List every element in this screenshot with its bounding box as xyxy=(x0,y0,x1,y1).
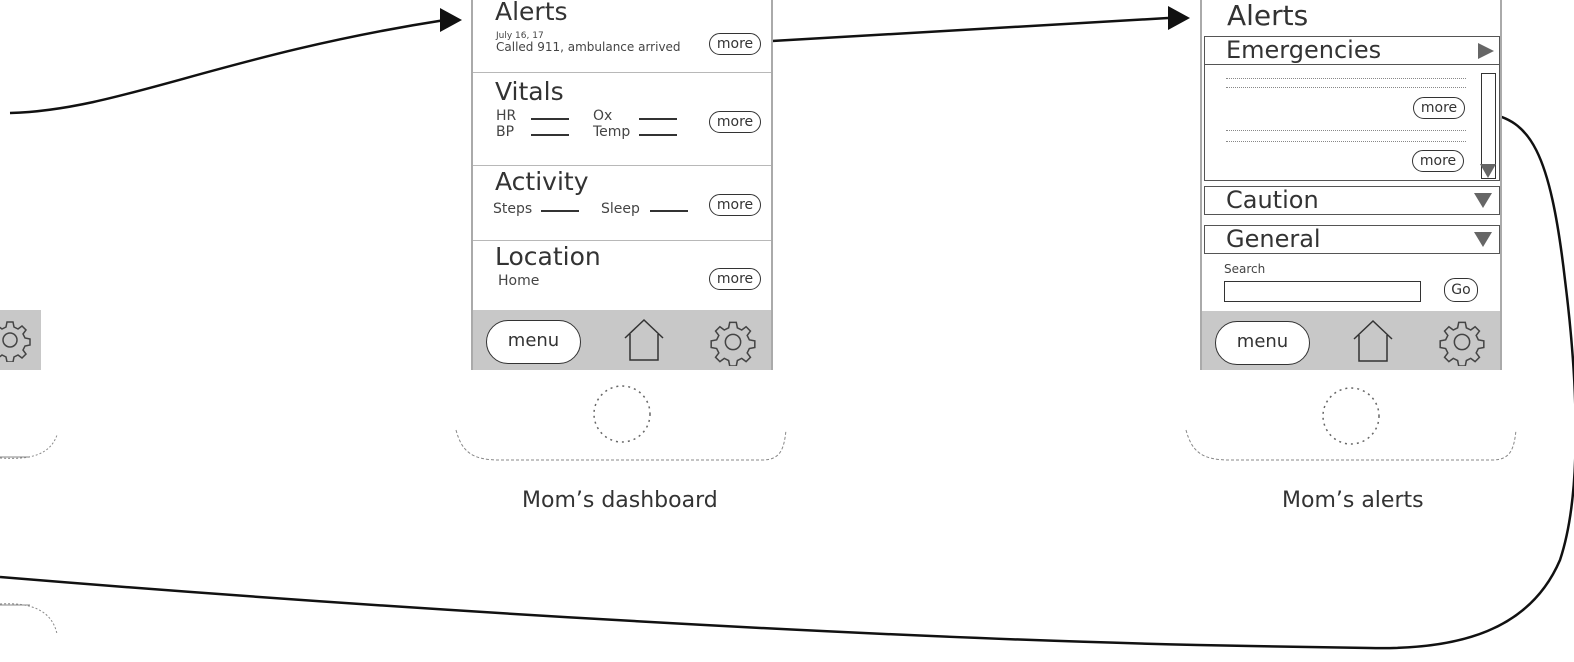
emergencies-header[interactable]: Emergencies xyxy=(1205,37,1499,65)
alert-text: Called 911, ambulance arrived xyxy=(496,40,681,54)
gear-icon[interactable] xyxy=(709,318,757,366)
vitals-bp-value xyxy=(531,134,569,136)
alerts-navbar: menu xyxy=(1202,311,1500,370)
dashboard-navbar: menu xyxy=(473,310,771,370)
home-icon[interactable] xyxy=(621,316,667,364)
emergencies-title: Emergencies xyxy=(1226,36,1382,64)
left-partial-navbar xyxy=(0,310,41,370)
alerts-more-button[interactable]: more xyxy=(709,33,761,55)
vitals-hr-value xyxy=(531,118,569,120)
dashboard-caption: Mom’s dashboard xyxy=(522,488,718,513)
emergency-item-text xyxy=(1226,78,1466,79)
vitals-temp-label: Temp xyxy=(593,124,631,140)
connector-dashboard-to-alerts xyxy=(771,16,1169,43)
emergency-item-text xyxy=(1226,141,1466,142)
activity-steps-value xyxy=(541,210,579,212)
emergencies-accordion: Emergencies more more xyxy=(1204,36,1500,181)
menu-button[interactable]: menu xyxy=(1215,321,1310,365)
alerts-phone-edge xyxy=(1185,429,1517,461)
alerts-screen-title: Alerts xyxy=(1227,0,1309,32)
left-phone-edge xyxy=(0,603,58,635)
caution-title: Caution xyxy=(1226,186,1319,214)
dashboard-alerts-section[interactable]: Alerts July 16, 17 Called 911, ambulance… xyxy=(473,0,771,73)
arrow-head-icon xyxy=(1168,6,1190,30)
location-more-button[interactable]: more xyxy=(709,268,761,290)
home-button-icon xyxy=(1322,387,1380,445)
dashboard-vitals-section[interactable]: Vitals HR Ox BP Temp more xyxy=(473,73,771,166)
dashboard-screen: Alerts July 16, 17 Called 911, ambulance… xyxy=(471,0,773,370)
emergency-item-text xyxy=(1226,130,1466,131)
triangle-right-icon xyxy=(1478,43,1494,59)
general-title: General xyxy=(1226,225,1321,253)
activity-sleep-value xyxy=(650,210,688,212)
menu-button[interactable]: menu xyxy=(486,320,581,364)
general-accordion[interactable]: General xyxy=(1204,225,1500,254)
alerts-screen: Alerts Emergencies more more Caution Gen… xyxy=(1200,0,1502,370)
emergency-more-button-2[interactable]: more xyxy=(1412,150,1464,172)
gear-icon[interactable] xyxy=(0,318,32,362)
location-value: Home xyxy=(498,273,540,289)
alerts-caption: Mom’s alerts xyxy=(1282,488,1424,513)
activity-sleep-label: Sleep xyxy=(601,201,640,217)
left-phone-edge xyxy=(0,434,58,459)
search-label: Search xyxy=(1224,262,1266,276)
emergency-item-text xyxy=(1226,87,1466,88)
search-go-button[interactable]: Go xyxy=(1444,278,1478,302)
caution-accordion[interactable]: Caution xyxy=(1204,186,1500,215)
alerts-title: Alerts xyxy=(495,0,568,26)
activity-title: Activity xyxy=(495,167,589,196)
vitals-title: Vitals xyxy=(495,77,564,106)
vitals-more-button[interactable]: more xyxy=(709,111,761,133)
triangle-down-icon xyxy=(1474,232,1492,247)
dashboard-phone-edge xyxy=(455,429,787,461)
search-input[interactable] xyxy=(1224,281,1421,302)
vitals-bp-label: BP xyxy=(496,124,515,140)
triangle-down-icon xyxy=(1474,193,1492,208)
vitals-ox-value xyxy=(639,118,677,120)
dashboard-activity-section[interactable]: Activity Steps Sleep more xyxy=(473,166,771,241)
dashboard-location-section[interactable]: Location Home more xyxy=(473,241,771,309)
scroll-down-icon[interactable] xyxy=(1480,164,1496,178)
vitals-ox-label: Ox xyxy=(593,108,613,124)
activity-more-button[interactable]: more xyxy=(709,194,761,216)
activity-steps-label: Steps xyxy=(493,201,533,217)
gear-icon[interactable] xyxy=(1438,318,1486,366)
vitals-temp-value xyxy=(639,134,677,136)
location-title: Location xyxy=(495,242,601,271)
home-icon[interactable] xyxy=(1350,317,1396,365)
connector-left-to-dashboard xyxy=(9,18,446,115)
home-button-icon xyxy=(593,385,651,443)
emergency-more-button-1[interactable]: more xyxy=(1413,97,1465,119)
vitals-hr-label: HR xyxy=(496,108,517,124)
arrow-head-icon xyxy=(440,8,462,32)
